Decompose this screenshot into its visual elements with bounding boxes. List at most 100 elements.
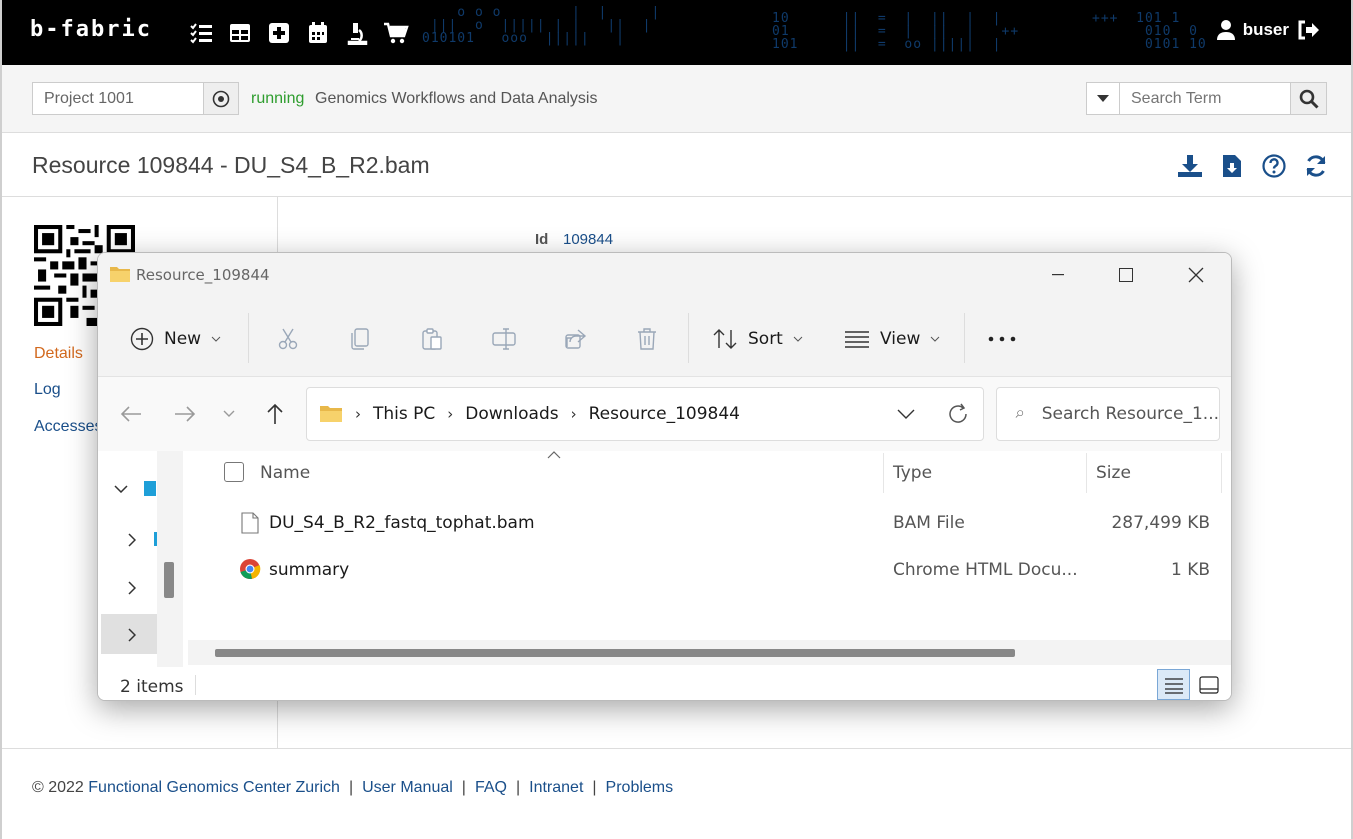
explorer-body: Name Type Size DU_S4_B_R2_fastq_tophat.b… [98,451,1231,667]
column-header-type[interactable]: Type [893,463,932,483]
top-navbar: o o o | | | ||| o ||||| | | || | 010101 … [2,0,1351,65]
view-icon [845,331,869,348]
file-row[interactable]: DU_S4_B_R2_fastq_tophat.bam BAM File 287… [228,501,1228,545]
share-button[interactable] [564,319,588,359]
file-explorer-window[interactable]: Resource_109844 New Sort View › This PC … [97,252,1232,701]
page-title: Resource 109844 - DU_S4_B_R2.bam [32,152,430,178]
column-header-size[interactable]: Size [1096,463,1131,483]
nav-accesses[interactable]: Accesses [34,418,102,436]
view-button[interactable]: View [844,319,940,359]
footer-link-problems[interactable]: Problems [606,779,674,796]
breadcrumb-downloads[interactable]: Downloads [465,404,558,424]
copy-button[interactable] [348,319,372,359]
delete-button[interactable] [636,319,658,359]
chevron-down-icon[interactable] [114,485,128,493]
copy-icon [351,328,369,350]
page: o o o | | | ||| o ||||| | | || | 010101 … [0,0,1353,839]
separator: | [348,779,354,796]
plus-icon[interactable] [266,20,292,46]
search-button[interactable] [1290,82,1327,115]
explorer-search-placeholder: Search Resource_1... [1041,404,1219,424]
column-divider[interactable] [1086,453,1087,493]
minimize-button[interactable] [1035,259,1081,291]
nav-log[interactable]: Log [34,381,61,399]
file-row[interactable]: summary Chrome HTML Docu... 1 KB [228,548,1228,592]
chevron-right-icon[interactable] [128,581,136,595]
explorer-search-box[interactable]: Search Resource_1... [996,387,1220,441]
paste-button[interactable] [420,319,444,359]
paste-icon [422,328,442,350]
up-button[interactable] [260,399,290,429]
item-count: 2 items [120,677,184,697]
back-button[interactable] [116,399,146,429]
page-header: Resource 109844 - DU_S4_B_R2.bam [2,133,1351,197]
tiles-view-button[interactable] [1194,669,1224,700]
column-header-name[interactable]: Name [260,463,310,483]
address-bar[interactable]: › This PC › Downloads › Resource_109844 [306,387,984,441]
new-button[interactable]: New [130,319,221,359]
scrollbar-thumb[interactable] [215,649,1015,657]
footer-link-manual[interactable]: User Manual [362,779,453,796]
microscope-icon[interactable] [344,20,370,46]
tasks-icon[interactable] [188,20,214,46]
breadcrumb-chevron: › [355,405,361,423]
refresh-icon[interactable] [1301,153,1331,179]
file-icon [241,512,259,534]
search-scope-dropdown[interactable] [1086,82,1120,115]
arrow-right-icon [175,406,196,422]
scrollbar-thumb[interactable] [164,562,174,598]
explorer-titlebar[interactable]: Resource_109844 [98,253,1231,297]
close-button[interactable] [1173,259,1219,291]
project-input[interactable] [32,82,204,115]
recent-locations-button[interactable] [214,399,244,429]
file-size: 287,499 KB [1111,513,1210,533]
project-bar: running Genomics Workflows and Data Anal… [2,65,1351,133]
grid-icon[interactable] [227,20,253,46]
explorer-statusbar: 2 items [98,667,1231,700]
footer-link-intranet[interactable]: Intranet [529,779,583,796]
navigation-scrollbar[interactable] [157,451,183,667]
column-divider[interactable] [1221,453,1222,493]
calendar-icon[interactable] [305,20,331,46]
arrow-up-icon [267,403,283,424]
nav-details[interactable]: Details [34,345,83,363]
user-icon [1216,20,1235,40]
sort-icon [713,329,737,349]
binary-decor: +++ 101 1 010 0 0101 10 [1092,11,1207,52]
project-name[interactable]: Genomics Workflows and Data Analysis [315,90,597,108]
footer: © 2022 Functional Genomics Center Zurich… [2,748,1351,839]
footer-link-fgcz[interactable]: Functional Genomics Center Zurich [88,779,340,796]
user-name: buser [1242,20,1289,39]
rename-button[interactable] [492,319,518,359]
chevron-right-icon[interactable] [128,628,136,642]
breadcrumb-resource[interactable]: Resource_109844 [589,404,740,424]
folder-icon [320,406,342,422]
sort-button[interactable]: Sort [712,319,803,359]
column-divider[interactable] [883,453,884,493]
trash-icon [638,328,656,350]
cut-button[interactable] [276,319,300,359]
id-value[interactable]: 109844 [563,231,613,248]
footer-link-faq[interactable]: FAQ [475,779,507,796]
project-select-button[interactable] [203,82,239,115]
cart-icon[interactable] [383,20,409,46]
app-logo[interactable]: b-fabric [30,17,152,42]
details-view-button[interactable] [1157,669,1190,700]
download-icon[interactable] [1175,153,1205,179]
search-input[interactable] [1119,82,1291,115]
address-dropdown-icon[interactable] [897,409,915,419]
horizontal-scrollbar[interactable] [188,640,1231,665]
select-all-checkbox[interactable] [224,462,244,482]
forward-button[interactable] [170,399,200,429]
download-file-icon[interactable] [1217,153,1247,179]
logout-icon[interactable] [1297,20,1319,40]
help-icon[interactable] [1259,153,1289,179]
more-options-button[interactable] [988,319,1016,359]
breadcrumb-this-pc[interactable]: This PC [373,404,435,424]
refresh-icon[interactable] [947,403,969,425]
maximize-button[interactable] [1103,259,1149,291]
user-menu[interactable]: buser [1216,20,1319,40]
chevron-right-icon[interactable] [128,533,136,547]
file-type: BAM File [893,513,965,533]
rename-icon [492,328,516,350]
